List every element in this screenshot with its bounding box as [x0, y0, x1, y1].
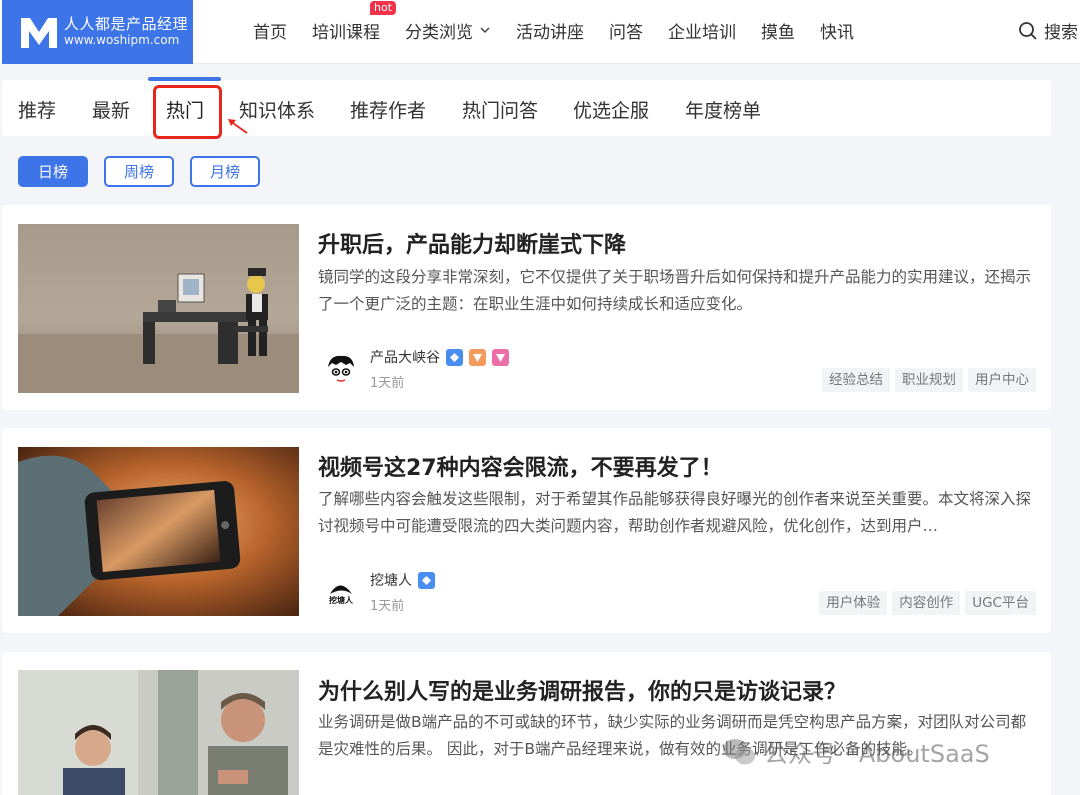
author-avatar[interactable] [324, 353, 358, 387]
article-thumbnail[interactable] [18, 447, 299, 616]
search-label: 搜索 [1044, 23, 1078, 43]
range-daily-button[interactable]: 日榜 [18, 156, 88, 187]
top-navbar: 人人都是产品经理 www.woshipm.com 首页 培训课程 hot 分类浏… [0, 0, 1080, 64]
article-card[interactable]: 升职后，产品能力却断崖式下降 镜同学的这段分享非常深刻，它不仅提供了关于职场晋升… [2, 205, 1051, 410]
nav-home[interactable]: 首页 [253, 18, 287, 43]
nav-label: 摸鱼 [761, 22, 795, 43]
article-title[interactable]: 视频号这27种内容会限流，不要再发了！ [318, 450, 723, 482]
article-card[interactable]: 视频号这27种内容会限流，不要再发了！ 了解哪些内容会触发这些限制，对于希望其作… [2, 428, 1051, 633]
nav-label: 问答 [609, 22, 643, 43]
diamond-badge-icon [418, 571, 435, 589]
article-thumbnail[interactable] [18, 224, 299, 393]
author-name[interactable]: 挖塘人 [370, 570, 412, 590]
wechat-icon [723, 738, 755, 764]
tab-annual[interactable]: 年度榜单 [685, 96, 761, 123]
diamond-badge-icon [446, 348, 463, 366]
nav-enterprise[interactable]: 企业培训 [668, 18, 736, 43]
nav-label: 快讯 [820, 22, 854, 43]
tab-authors[interactable]: 推荐作者 [350, 96, 426, 123]
nav-label: 活动讲座 [516, 22, 584, 43]
tab-recommend[interactable]: 推荐 [18, 96, 56, 123]
author-info: 挖塘人 [370, 570, 435, 590]
nav-qa[interactable]: 问答 [609, 18, 643, 43]
lego-office-image [18, 224, 299, 393]
medal-badge-icon [469, 348, 486, 366]
range-monthly-button[interactable]: 月榜 [190, 156, 260, 187]
article-thumbnail[interactable] [18, 670, 299, 795]
nav-label: 分类浏览 [405, 22, 473, 43]
tag[interactable]: UGC平台 [965, 591, 1036, 615]
post-time: 1天前 [370, 599, 405, 614]
nav-label: 企业培训 [668, 22, 736, 43]
article-title[interactable]: 升职后，产品能力却断崖式下降 [318, 227, 626, 259]
watermark-text: 公众号 · AboutSaaS [764, 740, 990, 768]
nav-events[interactable]: 活动讲座 [516, 18, 584, 43]
active-tab-indicator [148, 77, 221, 81]
post-time: 1天前 [370, 376, 405, 391]
meeting-photo-image [18, 670, 299, 795]
fin-logo-icon [330, 585, 352, 594]
tag[interactable]: 经验总结 [822, 368, 890, 392]
tab-hot-qa[interactable]: 热门问答 [462, 96, 538, 123]
tag[interactable]: 职业规划 [895, 368, 963, 392]
logo-url: www.woshipm.com [64, 32, 180, 47]
nav-news[interactable]: 快讯 [820, 18, 854, 43]
author-info: 产品大峡谷 [370, 347, 509, 367]
nav-label: 培训课程 [312, 22, 380, 43]
heart-badge-icon [492, 348, 509, 366]
article-desc: 镜同学的这段分享非常深刻，它不仅提供了关于职场晋升后如何保持和提升产品能力的实用… [318, 268, 1032, 313]
nav-label: 首页 [253, 22, 287, 43]
article-card[interactable]: 为什么别人写的是业务调研报告，你的只是访谈记录？ 业务调研是做B端产品的不可或缺… [2, 652, 1051, 795]
tag[interactable]: 用户中心 [968, 368, 1036, 392]
logo-title: 人人都是产品经理 [64, 15, 189, 34]
phone-video-image [18, 447, 299, 616]
watermark: 公众号 · AboutSaaS [722, 734, 990, 769]
author-avatar[interactable]: 挖塘人 [324, 576, 358, 610]
highlight-box [153, 85, 222, 139]
hot-badge: hot [369, 0, 396, 15]
author-name[interactable]: 产品大峡谷 [370, 347, 440, 367]
nav-moyu[interactable]: 摸鱼 [761, 18, 795, 43]
main-nav: 首页 培训课程 hot 分类浏览 活动讲座 问答 企业培训 摸鱼 快讯 [253, 0, 879, 60]
tab-latest[interactable]: 最新 [92, 96, 130, 123]
article-desc: 了解哪些内容会触发这些限制，对于希望其作品能够获得良好曝光的创作者来说至关重要。… [318, 490, 1032, 535]
annotation-arrow-icon [228, 119, 248, 134]
logo-m-icon [21, 18, 57, 48]
nav-courses[interactable]: 培训课程 hot [312, 0, 396, 43]
site-logo[interactable]: 人人都是产品经理 www.woshipm.com [2, 0, 193, 64]
avatar-text: 挖塘人 [329, 595, 353, 605]
tab-knowledge[interactable]: 知识体系 [239, 96, 315, 123]
tag[interactable]: 内容创作 [892, 591, 961, 615]
chevron-down-icon [480, 27, 490, 34]
tag-list: 经验总结 职业规划 用户中心 [817, 368, 1036, 392]
range-weekly-button[interactable]: 周榜 [104, 156, 174, 187]
tag[interactable]: 用户体验 [819, 591, 888, 615]
tab-services[interactable]: 优选企服 [573, 96, 649, 123]
tag-list: 用户体验 内容创作 UGC平台 [814, 591, 1036, 615]
article-title[interactable]: 为什么别人写的是业务调研报告，你的只是访谈记录？ [318, 674, 846, 706]
search-button[interactable]: 搜索 [1018, 18, 1078, 43]
search-icon [1019, 21, 1037, 40]
nav-categories[interactable]: 分类浏览 [405, 18, 491, 43]
